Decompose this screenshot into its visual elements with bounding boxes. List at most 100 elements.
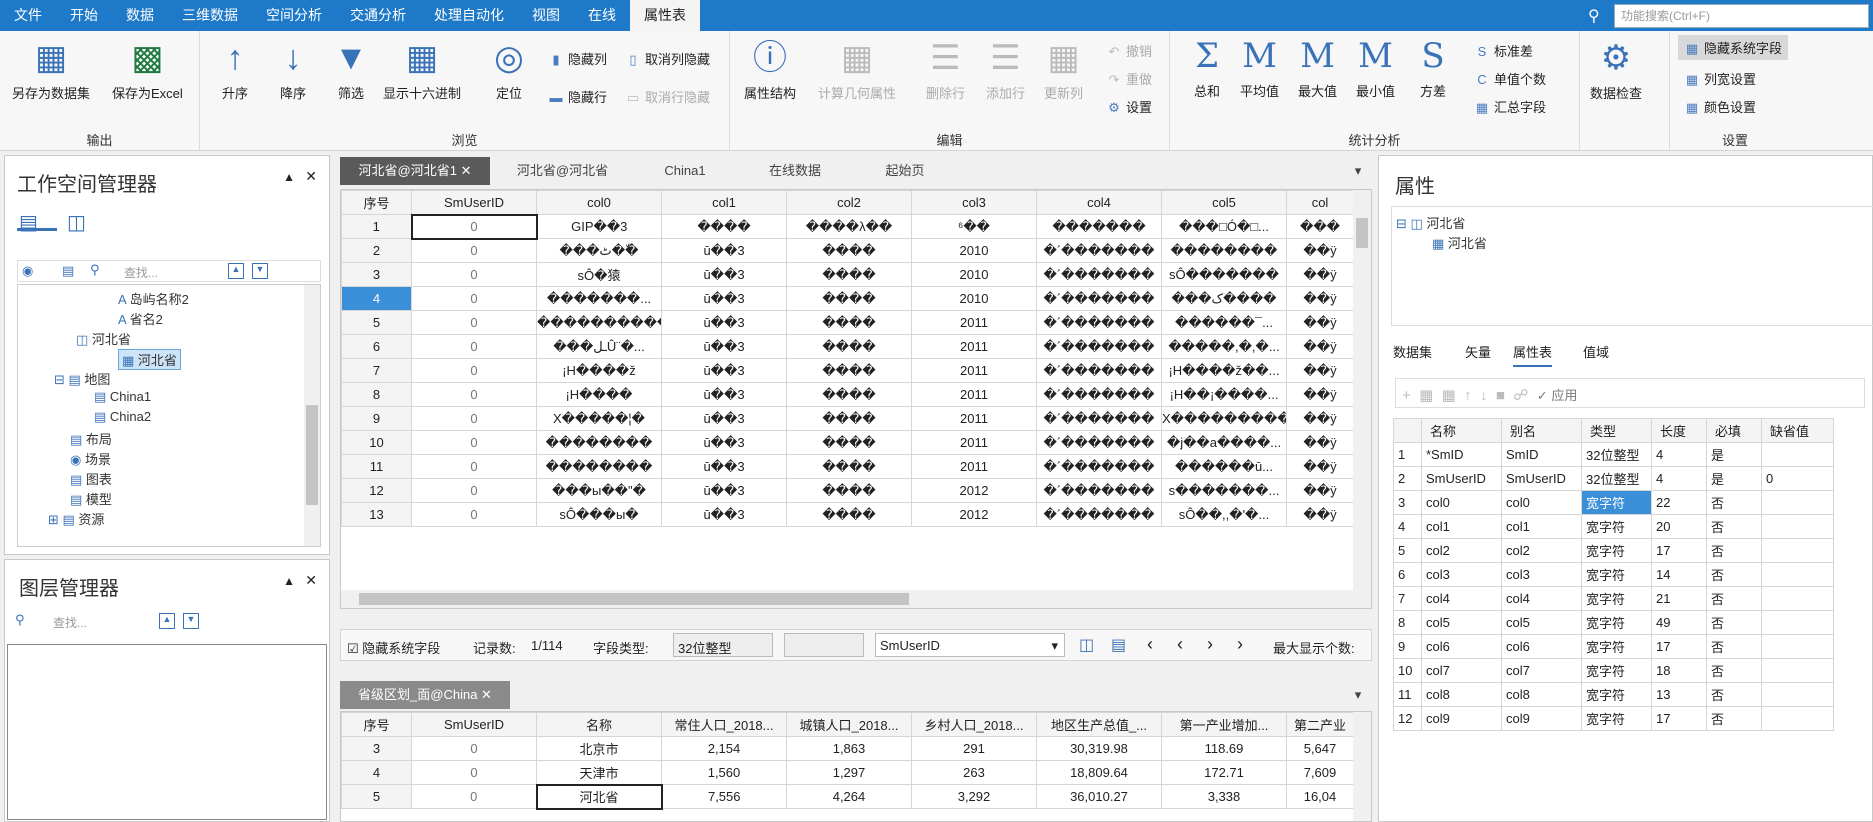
prop-cell[interactable]: 否 — [1706, 514, 1762, 539]
table-cell[interactable]: ū��3 — [661, 286, 787, 311]
table-cell[interactable]: ¡H���� — [536, 382, 662, 407]
prop-cell[interactable]: 否 — [1706, 538, 1762, 563]
table-row[interactable]: 50�����������ū��3����2011�´�������������… — [341, 310, 1354, 335]
prop-cell[interactable]: 宽字符 — [1581, 562, 1652, 587]
tree-item-island-name[interactable]: A 岛屿名称2 — [118, 289, 189, 308]
menu-item[interactable]: 在线 — [574, 0, 630, 31]
redo-button[interactable]: ↷ 重做 — [1106, 69, 1152, 88]
prop-cell[interactable] — [1761, 586, 1834, 611]
row-number[interactable]: 1 — [1393, 442, 1422, 467]
column-header[interactable]: 常住人口_2018... — [661, 712, 787, 737]
table-cell[interactable]: 3,338 — [1161, 784, 1287, 809]
calc-geometry-button[interactable]: ▦ 计算几何属性 — [818, 39, 896, 102]
prop-cell[interactable]: 否 — [1706, 562, 1762, 587]
table-cell[interactable]: �������� — [1161, 238, 1287, 263]
close-icon[interactable]: ✕ — [305, 168, 317, 185]
search-icon[interactable]: ⚲ — [90, 262, 100, 278]
table-cell[interactable]: ū��3 — [661, 382, 787, 407]
table-cell[interactable]: �´������� — [1036, 262, 1162, 287]
prop-cell[interactable]: 否 — [1706, 682, 1762, 707]
average-button[interactable]: M 平均值 — [1240, 37, 1279, 100]
column-header[interactable]: SmUserID — [411, 712, 537, 737]
table-cell[interactable]: 7,609 — [1286, 760, 1354, 785]
table-cell[interactable]: ��ÿ — [1286, 238, 1354, 263]
table-cell[interactable]: ���� — [786, 430, 912, 455]
table-cell[interactable]: 30,319.98 — [1036, 736, 1162, 761]
prop-cell[interactable]: col6 — [1421, 634, 1502, 659]
table-cell[interactable]: 2010 — [911, 238, 1037, 263]
table-cell[interactable]: �´������� — [1036, 406, 1162, 431]
link-icon[interactable]: ☍ — [1513, 387, 1528, 404]
table-cell[interactable]: sÔ��,,�'�... — [1161, 502, 1287, 527]
row-number[interactable]: 2 — [341, 238, 412, 263]
show-hex-button[interactable]: ▦ 显示十六进制 — [383, 39, 461, 102]
row-number[interactable]: 10 — [1393, 658, 1422, 683]
prop-cell[interactable] — [1761, 514, 1834, 539]
table-cell[interactable]: 2011 — [911, 382, 1037, 407]
prop-cell[interactable]: SmUserID — [1501, 466, 1582, 491]
row-number[interactable]: 3 — [1393, 490, 1422, 515]
table-cell[interactable]: ��ÿ — [1286, 502, 1354, 527]
table-cell[interactable]: ��ÿ — [1286, 310, 1354, 335]
prop-cell[interactable]: 14 — [1651, 562, 1707, 587]
sum-button[interactable]: Σ 总和 — [1188, 37, 1226, 100]
arrow-down-icon[interactable]: ▼ — [183, 613, 199, 629]
prop-row[interactable]: 2 SmUserID SmUserID 32位整型 4 是 0 — [1393, 466, 1834, 491]
prop-cell[interactable]: 宽字符 — [1581, 610, 1652, 635]
table-cell[interactable]: �������� — [536, 454, 662, 479]
table-cell[interactable]: ������ū... — [1161, 454, 1287, 479]
table-cell[interactable]: X�����¦� — [536, 406, 662, 431]
table-cell[interactable]: 2010 — [911, 286, 1037, 311]
table-cell[interactable]: 北京市 — [536, 736, 662, 761]
row-number[interactable]: 11 — [1393, 682, 1422, 707]
table-row[interactable]: 3 0 sÔ�猿 ū��3 ���� 2010 �´������� sÔ������� ��ÿ — [341, 262, 1354, 287]
prop-tree-root[interactable]: ⊟ ◫ 河北省 — [1396, 213, 1465, 232]
prop-row[interactable]: 5 col2 col2 宽字符 17 否 — [1393, 538, 1834, 563]
table-cell[interactable]: ū��3 — [661, 238, 787, 263]
next-icon[interactable]: › — [1207, 634, 1213, 655]
grid2-vertical-scrollbar[interactable] — [1353, 712, 1371, 821]
color-settings-button[interactable]: ▦ 颜色设置 — [1684, 97, 1756, 116]
menu-item[interactable]: 三维数据 — [168, 0, 252, 31]
row-number[interactable]: 5 — [341, 310, 412, 335]
prop-column-header[interactable]: 别名 — [1501, 418, 1582, 443]
column-header[interactable]: col5 — [1161, 190, 1287, 215]
prop-cell[interactable]: SmID — [1501, 442, 1582, 467]
column-header[interactable]: col2 — [786, 190, 912, 215]
table-cell[interactable]: 0 — [411, 430, 537, 455]
undo-button[interactable]: ↶ 撤销 — [1106, 41, 1152, 60]
table-cell[interactable]: 263 — [911, 760, 1037, 785]
table-row[interactable]: 3 0 北京市 2,154 1,863 291 30,319.98 118.69 5,647 — [341, 736, 1354, 761]
arrow-down-icon[interactable]: ▼ — [252, 263, 268, 279]
row-number[interactable]: 11 — [341, 454, 412, 479]
database-icon[interactable]: ◫ — [67, 210, 86, 235]
menu-item[interactable]: 开始 — [56, 0, 112, 31]
arrow-up-icon[interactable]: ▲ — [159, 613, 175, 629]
prop-cell[interactable]: 4 — [1651, 466, 1707, 491]
column-header[interactable]: 第二产业 — [1286, 712, 1354, 737]
move-down-icon[interactable]: ↓ — [1480, 387, 1488, 404]
table-cell[interactable]: ��ÿ — [1286, 430, 1354, 455]
row-number[interactable]: 2 — [1393, 466, 1422, 491]
table-row[interactable]: 8 0 ¡H���� ū��3 ���� 2011 �´������� ¡H��¡����..… — [341, 382, 1354, 407]
sort-ascending-button[interactable]: ↑ 升序 — [216, 39, 254, 102]
prop-cell[interactable]: col3 — [1421, 562, 1502, 587]
split-icon[interactable]: ▦ — [1442, 387, 1456, 404]
row-number[interactable]: 8 — [341, 382, 412, 407]
prop-cell[interactable]: 宽字符 — [1581, 514, 1652, 539]
table-cell[interactable]: ���� — [786, 286, 912, 311]
tree-item-models[interactable]: ▤ 模型 — [70, 489, 112, 508]
split-vertical-icon[interactable]: ◫ — [1079, 635, 1094, 655]
row-number[interactable]: 9 — [1393, 634, 1422, 659]
min-button[interactable]: M 最小值 — [1356, 37, 1395, 100]
prop-cell[interactable]: 宽字符 — [1581, 586, 1652, 611]
table-row[interactable]: 2 0 ���ٹ��ّ ū��3 ���� 2010 �´������� �������� ��… — [341, 238, 1354, 263]
table-cell[interactable]: �´������� — [1036, 358, 1162, 383]
table-cell[interactable]: ���ٹ��ّ — [536, 238, 662, 263]
prop-cell[interactable]: 是 — [1706, 442, 1762, 467]
save-as-dataset-button[interactable]: ▦ 另存为数据集 — [12, 39, 90, 102]
save-as-excel-button[interactable]: ▩ 保存为Excel — [112, 39, 183, 102]
prop-cell[interactable]: col3 — [1501, 562, 1582, 587]
prop-cell[interactable]: 否 — [1706, 490, 1762, 515]
locate-button[interactable]: ◎ 定位 — [490, 39, 528, 102]
